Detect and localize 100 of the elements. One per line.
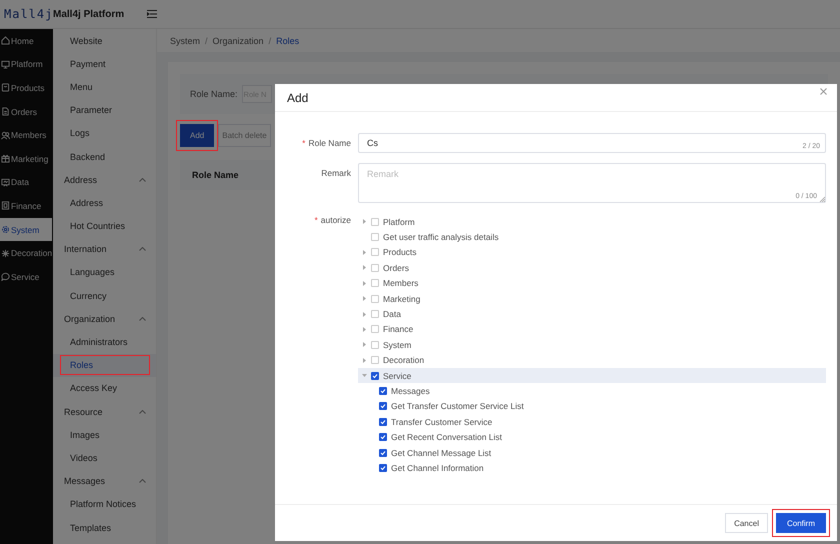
menu-item[interactable]: Logs — [53, 122, 156, 145]
checkbox[interactable] — [379, 402, 387, 410]
field-label: * autorize — [313, 214, 352, 227]
tree-row[interactable]: Decoration — [358, 352, 826, 368]
tree-row[interactable]: Platform — [358, 214, 826, 230]
checkbox[interactable] — [379, 386, 387, 395]
menu-icon — [147, 10, 157, 18]
caret-right-icon[interactable] — [362, 326, 367, 332]
chat-icon — [1, 272, 10, 282]
menu-group[interactable]: Resource — [53, 400, 156, 424]
menu-group[interactable]: Internation — [53, 238, 156, 261]
nav-item[interactable]: Orders — [0, 100, 52, 124]
menu-item[interactable]: Roles — [53, 354, 156, 377]
menu-group[interactable]: Messages — [53, 470, 156, 493]
tree-label: Get user traffic analysis details — [383, 232, 499, 242]
menu-group[interactable]: Address — [53, 168, 156, 192]
checkbox[interactable] — [379, 433, 387, 442]
document-icon — [1, 107, 10, 116]
menu-item[interactable]: Videos — [53, 446, 156, 470]
check-icon — [380, 388, 386, 394]
menu-item[interactable]: Templates — [53, 516, 156, 540]
chart-icon — [1, 178, 10, 187]
caret-right-icon[interactable] — [362, 219, 367, 224]
check-icon — [380, 418, 386, 425]
menu-toggle[interactable] — [147, 10, 157, 18]
breadcrumb-separator: / — [205, 36, 208, 46]
gift-icon — [1, 154, 10, 164]
tree-row[interactable]: Data — [358, 306, 826, 322]
tree-label: Decoration — [383, 355, 424, 366]
menu-item[interactable]: Website — [53, 29, 156, 52]
breadcrumb-item[interactable]: System — [170, 36, 200, 46]
monitor-icon — [1, 60, 10, 69]
check-icon — [380, 464, 386, 471]
nav-item[interactable]: Products — [0, 76, 52, 100]
caret-right-icon[interactable] — [362, 358, 367, 363]
nav-item[interactable]: Members — [0, 123, 52, 147]
nav-item[interactable]: Service — [0, 264, 52, 289]
settings-icon — [1, 225, 10, 234]
tree-row[interactable]: System — [358, 337, 826, 353]
sparkle-icon — [1, 248, 10, 258]
menu-item[interactable]: Backend — [53, 144, 156, 168]
tree-row[interactable]: Get user traffic analysis details — [358, 229, 826, 245]
tree-label: Get Channel Information — [391, 462, 484, 473]
tree-label: Members — [383, 278, 418, 288]
menu-item[interactable]: Platform Notices — [53, 492, 156, 516]
caret-right-icon[interactable] — [362, 312, 367, 317]
breadcrumb-item[interactable]: Roles — [276, 36, 300, 46]
nav-item[interactable]: Platform — [0, 52, 52, 76]
menu-item[interactable]: Parameter — [53, 98, 156, 122]
caret-right-icon[interactable] — [362, 342, 367, 348]
menu-item[interactable]: Address — [53, 191, 156, 214]
caret-down-icon[interactable] — [362, 373, 367, 378]
tree-row[interactable]: Orders — [358, 260, 826, 276]
tree-label: Data — [383, 309, 401, 320]
check-icon — [372, 372, 378, 379]
nav-item[interactable]: Home — [0, 29, 52, 53]
menu-item[interactable]: Payment — [53, 52, 156, 76]
tree-label: Orders — [383, 262, 409, 273]
tree-label: Get Channel Message List — [391, 448, 492, 458]
nav-item[interactable]: Decoration — [0, 241, 52, 265]
delete-button[interactable]: Batch delete — [218, 124, 271, 147]
nav-item[interactable]: Finance — [0, 194, 52, 218]
menu-item[interactable]: Administrators — [53, 330, 156, 354]
check-icon — [380, 450, 386, 456]
nav-item[interactable]: Data — [0, 170, 52, 194]
menu-item[interactable]: Currency — [53, 284, 156, 308]
menu-item[interactable]: Languages — [53, 260, 156, 284]
tree-row[interactable]: Finance — [358, 322, 826, 338]
check-icon — [380, 434, 386, 440]
cancel-button[interactable]: Cancel — [725, 513, 768, 533]
breadcrumb-item[interactable]: Organization — [212, 36, 264, 46]
checkbox[interactable] — [379, 464, 387, 472]
tree-label: Get Transfer Customer Service List — [391, 401, 524, 412]
tree-row[interactable]: Service — [358, 368, 826, 384]
close-icon — [820, 88, 827, 94]
menu-item[interactable]: Hot Countries — [53, 214, 156, 238]
menu-item[interactable]: Access Key — [53, 376, 156, 400]
menu-group[interactable]: Organization — [53, 307, 156, 330]
tree-row[interactable]: Marketing — [358, 290, 826, 306]
checkbox[interactable] — [379, 418, 387, 426]
tree-row[interactable]: Members — [358, 276, 826, 291]
checkbox[interactable] — [371, 372, 379, 380]
caret-right-icon[interactable] — [362, 280, 367, 286]
tree-label: Get Recent Conversation List — [391, 432, 502, 442]
caret-right-icon[interactable] — [362, 265, 367, 270]
menu-item[interactable]: Images — [53, 423, 156, 446]
tree-label: System — [383, 340, 412, 350]
tree-label: Messages — [391, 386, 430, 396]
nav-item[interactable]: Marketing — [0, 146, 52, 171]
tree-row[interactable]: Products — [358, 244, 826, 260]
tree-label: Finance — [383, 324, 414, 334]
caret-right-icon[interactable] — [362, 296, 367, 302]
caret-right-icon[interactable] — [362, 250, 367, 255]
bag-icon — [1, 83, 10, 92]
tree-label: Transfer Customer Service — [391, 416, 492, 427]
nav-item[interactable]: System — [0, 218, 52, 242]
resize-grip-icon — [819, 196, 825, 202]
checkbox[interactable] — [379, 448, 387, 457]
menu-item[interactable]: Menu — [53, 75, 156, 99]
column-header: Role Name — [192, 170, 239, 180]
